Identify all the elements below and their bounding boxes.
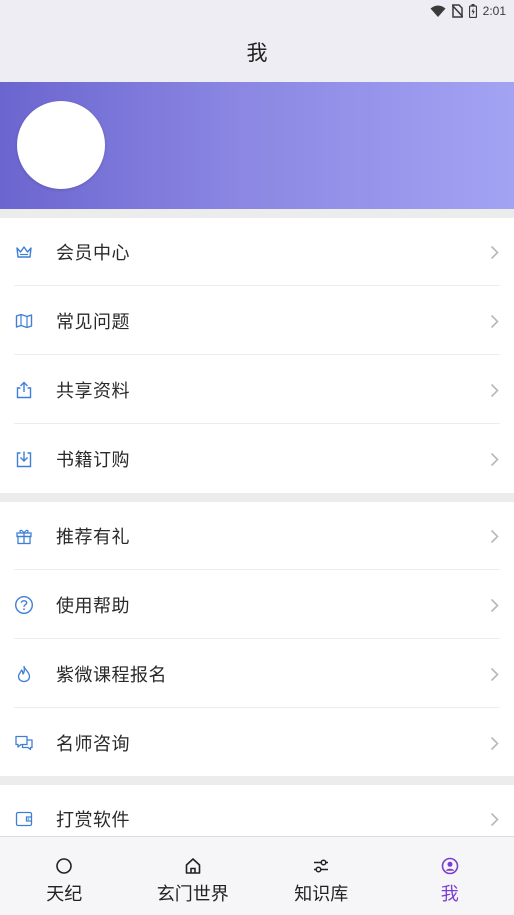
tab-label: 天纪 bbox=[46, 884, 83, 904]
home-icon bbox=[183, 856, 203, 876]
chevron-right-icon bbox=[488, 809, 500, 829]
menu-item-label: 紫微课程报名 bbox=[56, 665, 167, 685]
chevron-right-icon bbox=[488, 449, 500, 469]
tab-label: 知识库 bbox=[294, 884, 349, 904]
menu-item-referral[interactable]: 推荐有礼 bbox=[0, 502, 514, 570]
menu-item-faq[interactable]: 常见问题 bbox=[0, 287, 514, 355]
row-separator bbox=[14, 707, 500, 708]
no-sim-icon bbox=[451, 4, 463, 18]
menu-item-label: 使用帮助 bbox=[56, 596, 130, 616]
tab-me[interactable]: 我 bbox=[386, 837, 514, 915]
map-icon bbox=[14, 311, 34, 331]
circle-icon bbox=[54, 856, 74, 876]
chevron-right-icon bbox=[488, 380, 500, 400]
menu-item-label: 常见问题 bbox=[56, 312, 130, 332]
profile-header bbox=[0, 82, 514, 209]
menu-item-teacher-consult[interactable]: 名师咨询 bbox=[0, 709, 514, 777]
flame-icon bbox=[14, 664, 34, 684]
menu-item-label: 名师咨询 bbox=[56, 734, 130, 754]
help-icon bbox=[14, 595, 34, 615]
title-bar: 我 bbox=[0, 22, 514, 82]
page-title: 我 bbox=[246, 42, 268, 65]
menu-item-course-signup[interactable]: 紫微课程报名 bbox=[0, 640, 514, 708]
menu-item-label: 推荐有礼 bbox=[56, 527, 130, 547]
sliders-icon bbox=[311, 856, 331, 876]
avatar[interactable] bbox=[17, 101, 105, 189]
tab-label: 我 bbox=[440, 884, 459, 904]
menu-item-label: 会员中心 bbox=[56, 243, 130, 263]
bottom-tab-bar: 天纪 玄门世界 知识库 我 bbox=[0, 836, 514, 915]
download-icon bbox=[14, 449, 34, 469]
section-divider bbox=[0, 493, 514, 502]
menu-item-label: 共享资料 bbox=[56, 381, 130, 401]
menu-item-help[interactable]: 使用帮助 bbox=[0, 571, 514, 639]
wallet-icon bbox=[14, 809, 34, 829]
user-icon bbox=[440, 856, 460, 876]
battery-icon bbox=[468, 4, 477, 18]
row-separator bbox=[14, 285, 500, 286]
tab-knowledge-base[interactable]: 知识库 bbox=[257, 837, 386, 915]
menu-item-shared-materials[interactable]: 共享资料 bbox=[0, 356, 514, 424]
menu-item-vip-center[interactable]: 会员中心 bbox=[0, 218, 514, 286]
crown-icon bbox=[14, 242, 34, 262]
chevron-right-icon bbox=[488, 242, 500, 262]
chat-icon bbox=[14, 733, 34, 753]
wifi-icon bbox=[430, 5, 446, 17]
section-divider bbox=[0, 209, 514, 218]
row-separator bbox=[14, 638, 500, 639]
tab-xuanmen-world[interactable]: 玄门世界 bbox=[129, 837, 258, 915]
status-bar: 2:01 bbox=[0, 0, 514, 22]
chevron-right-icon bbox=[488, 526, 500, 546]
share-icon bbox=[14, 380, 34, 400]
tab-label: 玄门世界 bbox=[156, 884, 229, 904]
tab-tianji[interactable]: 天纪 bbox=[0, 837, 129, 915]
status-time: 2:01 bbox=[482, 4, 506, 18]
menu-item-book-order[interactable]: 书籍订购 bbox=[0, 425, 514, 493]
menu-item-label: 打赏软件 bbox=[56, 810, 130, 830]
section-divider bbox=[0, 776, 514, 785]
chevron-right-icon bbox=[488, 595, 500, 615]
gift-icon bbox=[14, 526, 34, 546]
menu-item-label: 书籍订购 bbox=[56, 450, 130, 470]
row-separator bbox=[14, 423, 500, 424]
row-separator bbox=[14, 354, 500, 355]
chevron-right-icon bbox=[488, 733, 500, 753]
row-separator bbox=[14, 569, 500, 570]
chevron-right-icon bbox=[488, 664, 500, 684]
chevron-right-icon bbox=[488, 311, 500, 331]
